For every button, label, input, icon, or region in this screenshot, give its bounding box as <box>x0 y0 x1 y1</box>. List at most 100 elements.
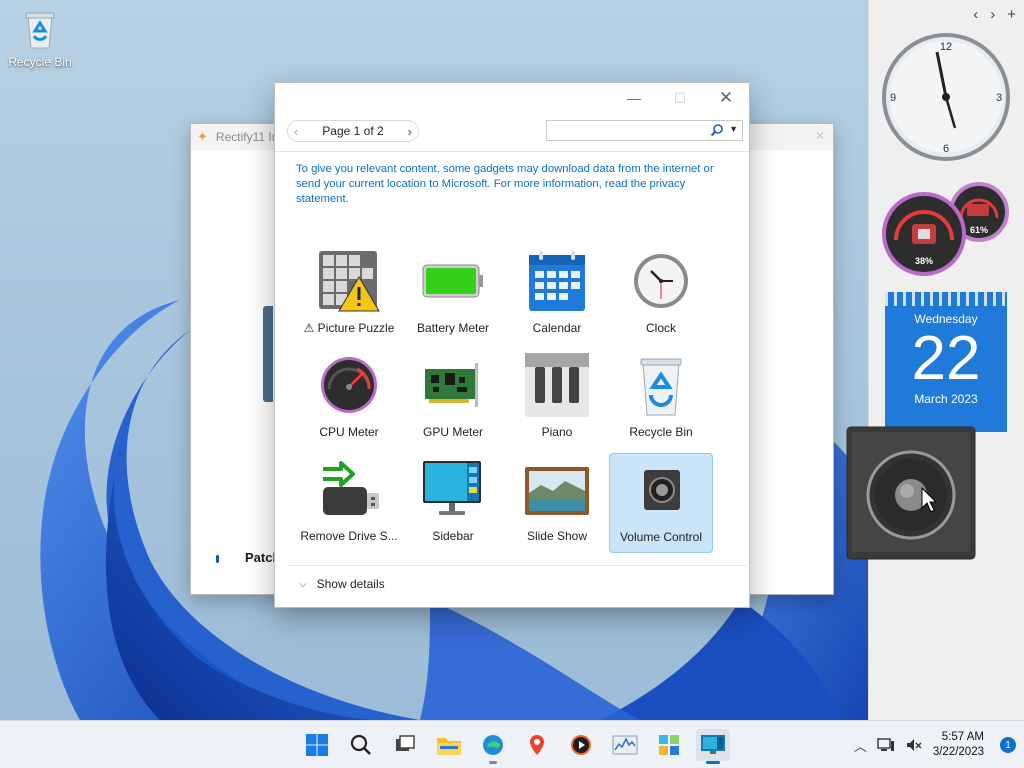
calendar-rings <box>885 292 1007 306</box>
task-view-button[interactable] <box>388 729 422 761</box>
start-button[interactable] <box>300 729 334 761</box>
search-button[interactable] <box>344 729 378 761</box>
search-icon[interactable] <box>710 123 724 137</box>
memory-percent: 61% <box>970 225 988 235</box>
gadget-picture-puzzle[interactable]: ⚠ Picture Puzzle <box>297 245 401 345</box>
media-player-button[interactable] <box>564 729 598 761</box>
desktop-recycle-bin[interactable]: Recycle Bin <box>6 8 74 69</box>
volume-control-gadget[interactable] <box>846 426 976 560</box>
gadget-clock[interactable]: Clock <box>609 245 713 345</box>
edge-browser-icon <box>483 735 503 755</box>
cpu-meter-icon <box>321 357 377 413</box>
clock-numeral-6: 6 <box>943 143 949 155</box>
taskbar-clock[interactable]: 5:57 AM 3/22/2023 <box>933 730 984 760</box>
divider <box>275 151 749 152</box>
play-icon <box>571 735 591 755</box>
calendar-month-year: March 2023 <box>914 392 978 406</box>
gadget-name: Remove Drive S... <box>300 529 398 543</box>
chevron-left-icon[interactable]: ‹ <box>294 124 298 139</box>
gadget-name: Calendar <box>532 321 582 335</box>
clock-numeral-12: 12 <box>940 41 952 53</box>
clock-icon <box>634 254 688 308</box>
gadget-remove-drive-safely[interactable]: Remove Drive S... <box>297 453 401 553</box>
monitor-icon <box>701 735 725 754</box>
monitor-icon <box>423 461 481 515</box>
taskbar: ︿ 5:57 AM 3/22/2023 1 <box>0 720 1024 768</box>
gadget-sidebar-panel: ‹ › + 12 3 6 9 61% 38% Wednesday 22 Marc… <box>868 0 1024 720</box>
gadget-recycle-bin[interactable]: Recycle Bin <box>609 349 713 449</box>
dropdown-arrow-icon[interactable]: ▼ <box>729 124 738 134</box>
partial-panel <box>263 306 273 402</box>
map-pin-icon <box>530 735 544 755</box>
cpu-percent: 38% <box>915 256 933 266</box>
search-icon <box>350 734 371 755</box>
chevron-right-icon[interactable]: › <box>990 6 995 23</box>
clock-numeral-9: 9 <box>890 92 896 104</box>
gadget-volume-control[interactable]: Volume Control <box>609 453 713 553</box>
gpu-card-icon <box>425 363 478 407</box>
maps-button[interactable] <box>520 729 554 761</box>
network-icon[interactable] <box>877 737 895 753</box>
progress-dot <box>216 555 219 563</box>
show-details-label: Show details <box>316 577 385 591</box>
maximize-button[interactable]: ☐ <box>657 83 703 113</box>
gadget-cpu-meter[interactable]: CPU Meter <box>297 349 401 449</box>
calendar-icon <box>529 251 585 311</box>
chevron-down-icon: ⌵ <box>299 578 307 590</box>
gadget-name: Sidebar <box>432 529 474 543</box>
gadget-name: GPU Meter <box>422 425 483 439</box>
usb-drive-icon <box>323 461 379 515</box>
add-gadget-icon[interactable]: + <box>1007 6 1016 23</box>
chevron-right-icon[interactable]: › <box>408 124 412 139</box>
system-tray: ︿ 5:57 AM 3/22/2023 1 <box>854 721 1016 768</box>
folder-icon <box>437 738 461 755</box>
gadget-name: Clock <box>645 321 676 335</box>
file-explorer-button[interactable] <box>432 729 466 761</box>
slideshow-icon <box>525 467 589 515</box>
sidebar-calendar-gadget[interactable]: Wednesday 22 March 2023 <box>885 292 1007 432</box>
performance-graph-icon <box>612 735 638 755</box>
battery-icon <box>422 264 483 298</box>
sidebar-app-button[interactable] <box>696 729 730 764</box>
volume-muted-icon[interactable] <box>905 737 923 753</box>
gadgets-app-button[interactable] <box>652 729 686 761</box>
chevron-up-icon[interactable]: ︿ <box>854 736 867 755</box>
desktop-icon-label: Recycle Bin <box>8 55 72 69</box>
resource-monitor-button[interactable] <box>608 729 642 761</box>
notification-badge[interactable]: 1 <box>1000 737 1016 753</box>
close-icon[interactable]: ✕ <box>815 129 825 143</box>
show-details-toggle[interactable]: ⌵ Show details <box>299 577 385 591</box>
gadget-name: Piano <box>541 425 573 439</box>
taskbar-apps <box>300 729 730 764</box>
calendar-day: 22 <box>911 324 981 393</box>
chevron-left-icon[interactable]: ‹ <box>973 6 978 23</box>
recycle-bin-icon <box>25 12 55 49</box>
windows-logo-icon <box>306 734 328 756</box>
gadgets-dialog[interactable]: — ☐ ✕ ‹ Page 1 of 2 › ▼ To give you rele… <box>274 82 750 608</box>
gadget-name: Slide Show <box>526 529 588 543</box>
divider <box>287 565 747 566</box>
window-controls: — ☐ ✕ <box>611 83 749 113</box>
speaker-icon <box>644 470 680 510</box>
sidebar-cpu-meter-gadget[interactable]: 61% 38% <box>879 178 1019 278</box>
picture-puzzle-icon <box>319 251 380 312</box>
active-indicator <box>706 761 720 764</box>
gadget-slide-show[interactable]: Slide Show <box>505 453 609 553</box>
edge-button[interactable] <box>476 729 510 764</box>
close-button[interactable]: ✕ <box>703 83 749 113</box>
gadget-search-input[interactable]: ▼ <box>546 120 743 141</box>
gadget-name: Volume Control <box>619 530 703 544</box>
window-title: Rectify11 In <box>215 130 279 144</box>
gadget-name: Battery Meter <box>416 321 490 335</box>
privacy-notice-link[interactable]: To give you relevant content, some gadge… <box>296 162 726 207</box>
minimize-button[interactable]: — <box>611 83 657 113</box>
gadget-gpu-meter[interactable]: GPU Meter <box>401 349 505 449</box>
gadget-piano[interactable]: Piano <box>505 349 609 449</box>
close-icon: ✕ <box>718 88 734 107</box>
gadget-battery-meter[interactable]: Battery Meter <box>401 245 505 345</box>
gadget-sidebar[interactable]: Sidebar <box>401 453 505 553</box>
gadget-calendar[interactable]: Calendar <box>505 245 609 345</box>
gadget-name: ⚠ Picture Puzzle <box>303 321 395 335</box>
sidebar-clock-gadget[interactable]: 12 3 6 9 <box>879 30 1013 164</box>
task-view-icon <box>396 735 415 751</box>
